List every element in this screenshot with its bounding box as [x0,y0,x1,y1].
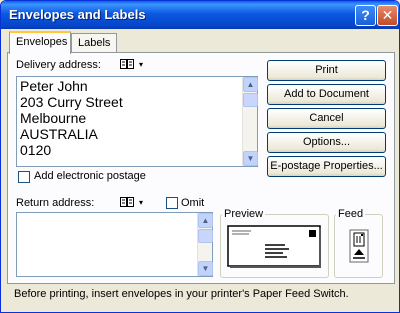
tab-envelopes-label: Envelopes [16,36,68,48]
return-address-label: Return address: [16,197,95,209]
address-dropdown-icon[interactable]: ▾ [139,59,143,71]
tab-envelopes[interactable]: Envelopes [9,31,71,54]
address-book-icon[interactable] [120,58,134,73]
scroll-down-icon[interactable]: ▼ [243,151,258,166]
print-button[interactable]: Print [267,60,386,81]
return-address-dropdown-icon[interactable]: ▾ [139,197,143,209]
e-postage-properties-label: E-postage Properties... [270,160,383,172]
help-icon: ? [361,7,370,23]
return-address-field[interactable]: ▲ ▼ [16,212,213,277]
footer-instruction: Before printing, insert envelopes in you… [14,288,349,300]
feed-title: Feed [336,208,366,220]
electronic-postage-label: Add electronic postage [34,170,146,182]
scroll-thumb[interactable] [198,229,213,243]
feed-orientation-icon[interactable] [349,229,369,263]
omit-checkbox[interactable] [166,197,178,209]
e-postage-properties-button[interactable]: E-postage Properties... [267,156,386,177]
close-button[interactable]: ✕ [377,5,398,26]
cancel-button[interactable]: Cancel [267,108,386,129]
delivery-line-street: 203 Curry Street [20,94,123,110]
delivery-line-name: Peter John [20,78,88,94]
preview-title: Preview [222,208,266,220]
delivery-address-field[interactable]: Peter John 203 Curry Street Melbourne AU… [16,76,258,167]
delivery-scrollbar[interactable]: ▲ ▼ [242,77,258,166]
tab-labels-label: Labels [78,37,111,49]
close-icon: ✕ [381,7,394,23]
scroll-down-icon[interactable]: ▼ [198,261,213,276]
window-title: Envelopes and Labels [9,7,146,22]
add-to-document-button[interactable]: Add to Document [267,84,386,105]
scroll-thumb[interactable] [243,93,258,107]
title-bar[interactable]: Envelopes and Labels ? ✕ [1,1,399,29]
return-address-book-icon[interactable] [120,196,134,211]
add-to-document-label: Add to Document [284,88,369,100]
envelope-preview[interactable] [227,225,322,269]
delivery-address-label: Delivery address: [16,59,101,71]
scroll-up-icon[interactable]: ▲ [243,77,258,92]
electronic-postage-checkbox[interactable] [18,171,30,183]
scroll-up-icon[interactable]: ▲ [198,213,213,228]
envelopes-and-labels-dialog: Envelopes and Labels ? ✕ Envelopes Label… [0,0,400,313]
options-button[interactable]: Options... [267,132,386,153]
tab-labels[interactable]: Labels [71,33,117,53]
delivery-line-city: Melbourne [20,110,87,126]
cancel-button-label: Cancel [309,112,344,124]
print-button-label: Print [315,64,338,76]
omit-label: Omit [181,197,205,209]
delivery-line-postcode: 0120 [20,142,52,158]
delivery-line-country: AUSTRALIA [20,126,98,142]
return-address-scrollbar[interactable]: ▲ ▼ [197,213,213,276]
options-button-label: Options... [302,136,351,148]
help-button[interactable]: ? [355,5,376,26]
